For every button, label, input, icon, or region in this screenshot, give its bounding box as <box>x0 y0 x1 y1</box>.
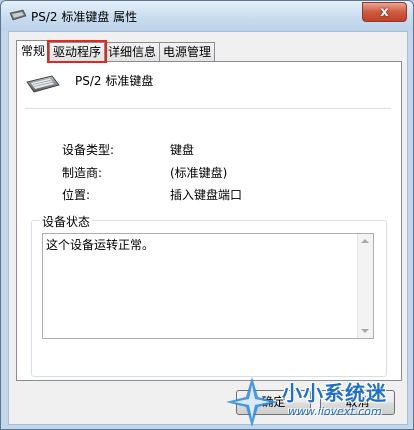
property-row-manufacturer: 制造商: (标准键盘) <box>62 164 227 181</box>
property-row-location: 位置: 插入键盘端口 <box>62 186 242 203</box>
divider <box>25 108 391 109</box>
property-value: (标准键盘) <box>170 166 228 180</box>
close-button[interactable]: x <box>362 2 407 22</box>
dialog-body: 常规 驱动程序 详细信息 电源管理 PS/2 标准键盘 设备类型: 键盘 制造商… <box>8 31 408 425</box>
property-label: 设备类型: <box>62 143 115 157</box>
property-value: 插入键盘端口 <box>170 188 243 202</box>
tab-panel-general: PS/2 标准键盘 设备类型: 键盘 制造商: (标准键盘) 位置: 插入键盘端… <box>16 61 402 381</box>
device-status-group: 设备状态 这个设备运转正常。 <box>31 213 387 377</box>
device-status-legend: 设备状态 <box>40 213 93 230</box>
property-row-device-type: 设备类型: 键盘 <box>62 141 194 158</box>
properties-dialog: PS/2 标准键盘 属性 x 常规 驱动程序 详细信息 电源管理 PS/2 标准… <box>0 0 414 430</box>
cancel-button[interactable]: 取消 <box>320 390 395 415</box>
tab-general[interactable]: 常规 <box>16 40 51 62</box>
window-title: PS/2 标准键盘 属性 <box>31 10 138 24</box>
vertical-scrollbar[interactable] <box>357 234 373 338</box>
scroll-up-icon[interactable] <box>361 239 369 243</box>
ok-button[interactable]: 确定 <box>236 390 311 415</box>
close-icon: x <box>380 4 389 20</box>
device-name: PS/2 标准键盘 <box>75 74 154 88</box>
keyboard-icon <box>26 75 60 93</box>
device-status-text: 这个设备运转正常。 <box>46 238 155 252</box>
tab-power-management[interactable]: 电源管理 <box>159 42 216 61</box>
scroll-down-icon[interactable] <box>361 329 369 333</box>
keyboard-icon <box>9 9 27 21</box>
tab-driver[interactable]: 驱动程序 <box>47 40 108 63</box>
property-label: 位置: <box>62 188 91 202</box>
property-label: 制造商: <box>62 166 103 180</box>
property-value: 键盘 <box>170 143 195 157</box>
title-bar[interactable]: PS/2 标准键盘 属性 x <box>1 1 413 31</box>
tab-strip: 常规 驱动程序 详细信息 电源管理 <box>16 40 216 63</box>
device-status-textbox[interactable]: 这个设备运转正常。 <box>42 233 374 339</box>
tab-details[interactable]: 详细信息 <box>104 42 161 61</box>
